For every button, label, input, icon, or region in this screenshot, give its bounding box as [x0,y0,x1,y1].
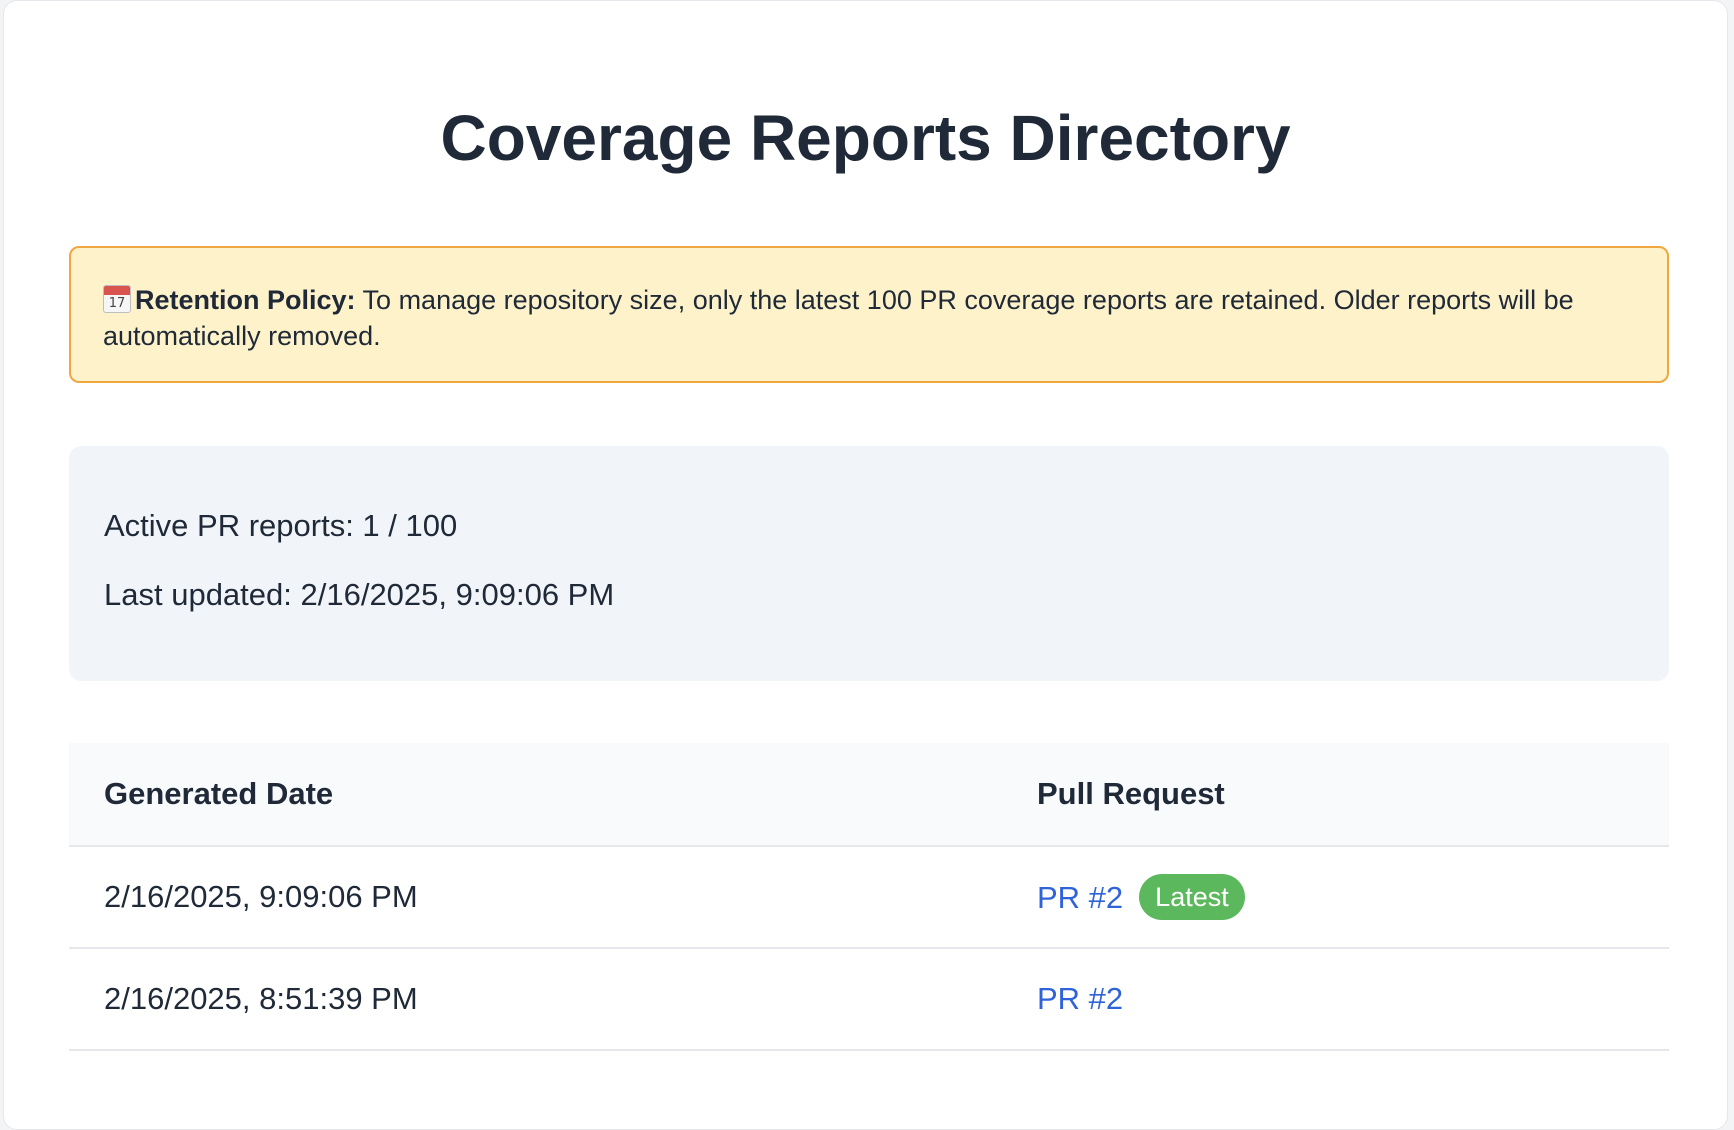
pr-link[interactable]: PR #2 [1037,880,1123,915]
table-header-row: Generated Date Pull Request [69,743,1669,847]
active-reports-count: Active PR reports: 1 / 100 [104,508,458,543]
pr-link[interactable]: PR #2 [1037,981,1123,1016]
table-row: 2/16/2025, 8:51:39 PM PR #2 [69,948,1669,1051]
last-updated: Last updated: 2/16/2025, 9:09:06 PM [104,577,615,612]
reports-table: Generated Date Pull Request 2/16/2025, 9… [69,743,1669,1051]
column-header-generated-date: Generated Date [69,743,1002,847]
calendar-icon-header [104,286,130,295]
generated-date-cell: 2/16/2025, 8:51:39 PM [69,948,1002,1051]
retention-policy-label: Retention Policy: [135,285,356,315]
calendar-icon-day: 17 [108,296,126,311]
retention-policy-notice: 17 Retention Policy: To manage repositor… [69,246,1669,383]
calendar-icon: 17 [103,285,131,313]
page-title: Coverage Reports Directory [440,102,1291,174]
column-header-pull-request: Pull Request [1002,743,1669,847]
pull-request-cell: PR #2 [1002,948,1669,1051]
report-card: Coverage Reports Directory 17 Retention … [3,0,1728,1130]
table-row: 2/16/2025, 9:09:06 PM PR #2 Latest [69,846,1669,949]
pull-request-cell: PR #2 Latest [1002,846,1669,949]
latest-badge: Latest [1139,874,1245,920]
stats-panel: Active PR reports: 1 / 100 Last updated:… [69,446,1669,681]
generated-date-cell: 2/16/2025, 9:09:06 PM [69,846,1002,949]
